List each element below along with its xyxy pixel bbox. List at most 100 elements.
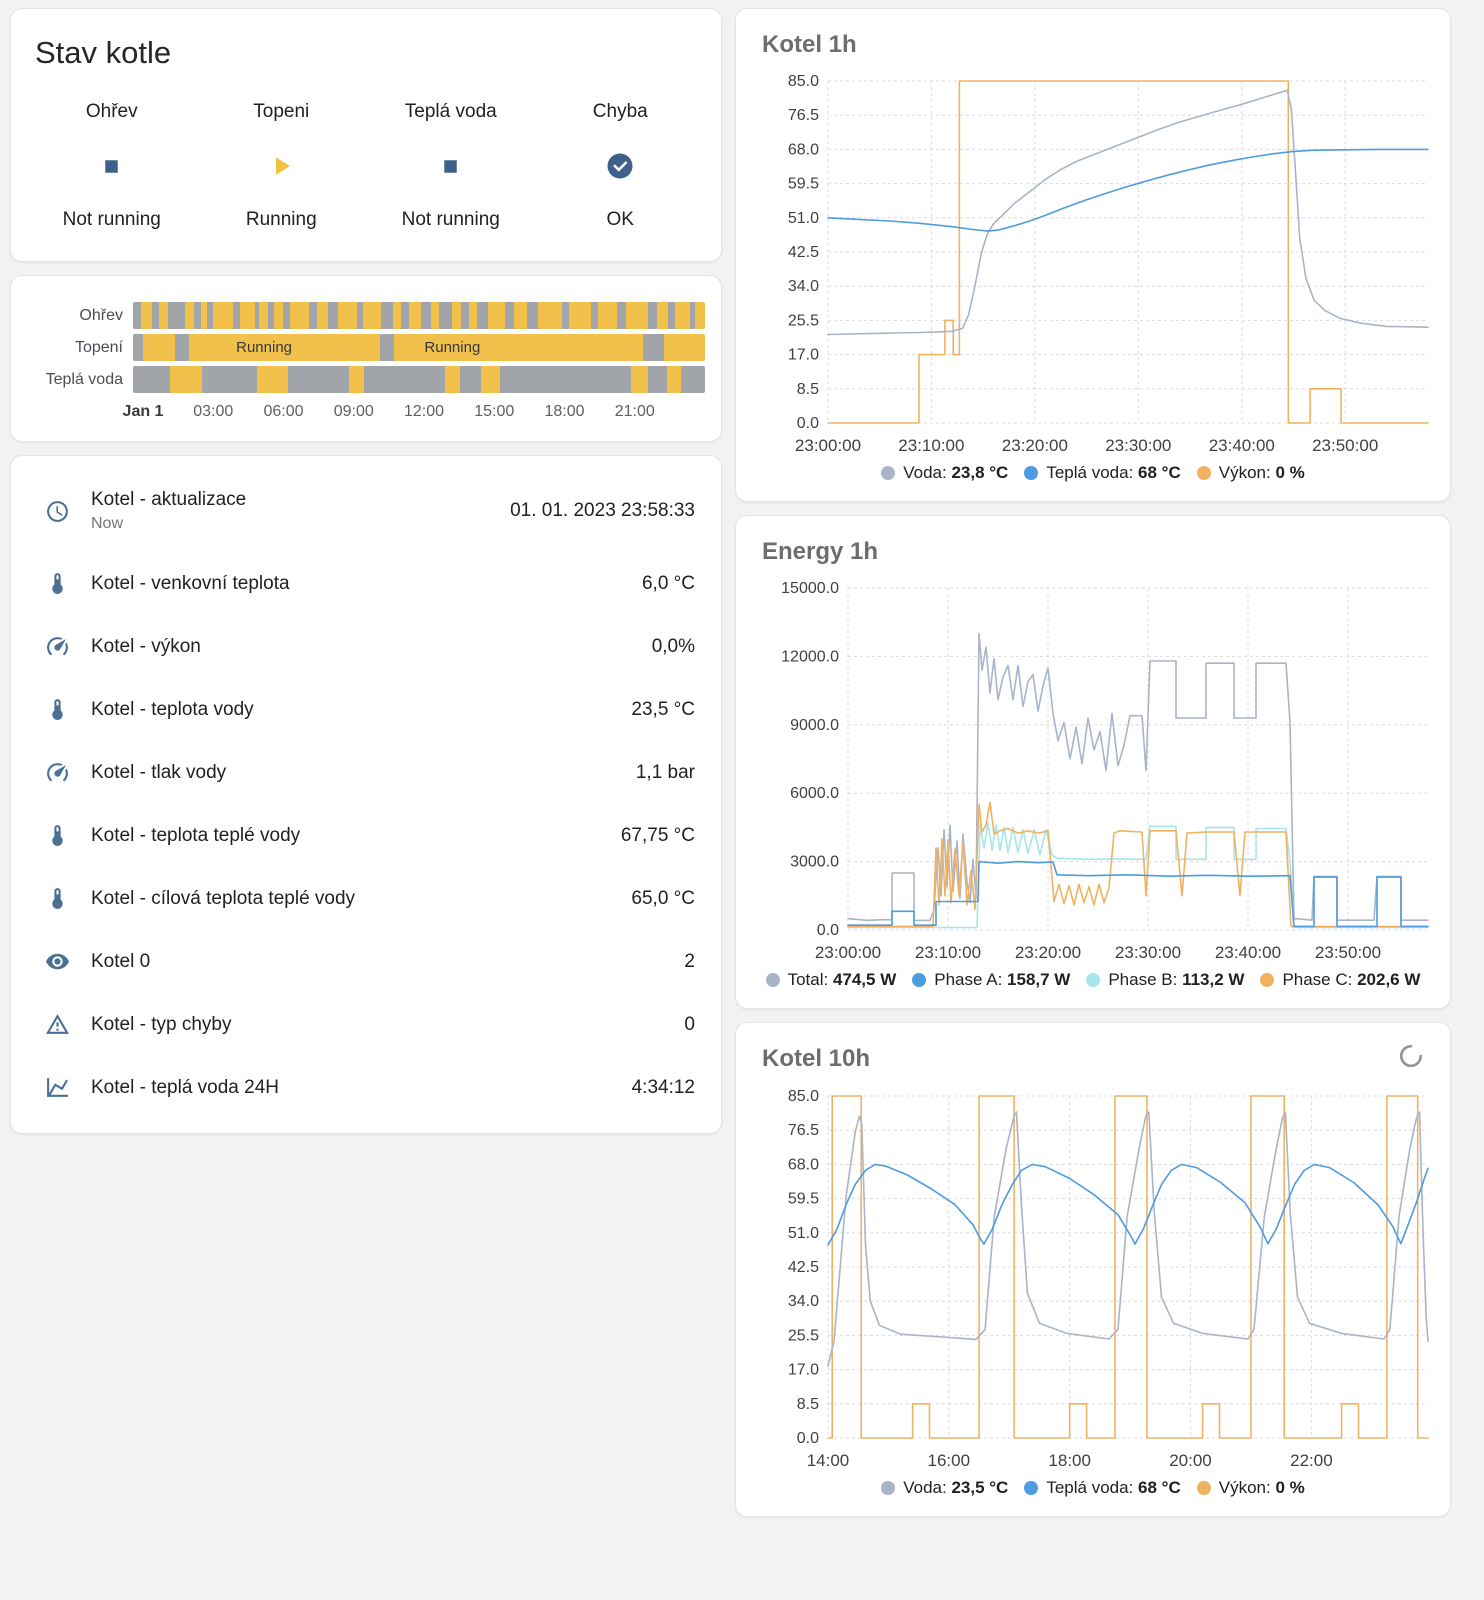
timeline-row-tepl-voda: Teplá voda: [27, 366, 705, 393]
status-label: Topeni: [253, 101, 310, 122]
svg-text:59.5: 59.5: [788, 176, 819, 193]
left-column: Stav kotle Ohřev Not running Topeni Running…: [10, 8, 722, 1517]
timeline-segment: [631, 366, 648, 393]
chart-canvas[interactable]: 85.0 76.5 68.0 59.5 51.0 42.5 34.0 25.5 17.0 8.5 0…: [748, 1082, 1438, 1474]
timeline-segment: [174, 334, 189, 361]
timeline-bar[interactable]: [133, 302, 705, 329]
chart-card-kotel-1h: Kotel 1h 85.0 76.5 68.0 59.5 51.0 42.5 34.0 25.…: [735, 8, 1451, 502]
legend-dot-icon: [765, 973, 780, 987]
kotel-10h-legend: Voda: 23,5 °C Teplá voda: 68 °C Výkon: 0 %: [748, 1478, 1438, 1498]
entity-row-kotel-tepl-voda-24h[interactable]: Kotel - teplá voda 24H 4:34:12: [27, 1056, 705, 1119]
status-item-tepl-voda: Teplá voda Not running: [366, 101, 536, 231]
status-state: Running: [245, 209, 317, 230]
timeline-bar[interactable]: Running Running: [133, 334, 705, 361]
chart-canvas[interactable]: 15000.0 12000.0 9000.0 6000.0 3000.0 0.0 23:00…: [748, 574, 1438, 966]
svg-text:23:30:00: 23:30:00: [1105, 436, 1171, 455]
entity-row-kotel-aktualizace[interactable]: Kotel - aktualizace Now 01. 01. 2023 23:58…: [27, 470, 705, 552]
status-label: Teplá voda: [404, 101, 497, 122]
entity-name: Kotel 0: [91, 950, 151, 972]
svg-text:23:00:00: 23:00:00: [815, 943, 881, 962]
eye-icon: [37, 949, 77, 974]
legend-dot-icon: [1196, 1481, 1211, 1495]
timeline-segment: [259, 302, 268, 329]
svg-text:8.5: 8.5: [797, 1396, 819, 1413]
svg-text:23:40:00: 23:40:00: [1209, 436, 1275, 455]
timeline-segment: [430, 302, 440, 329]
timeline-segment: [459, 366, 481, 393]
timeline-axis-tick: Jan 1: [122, 403, 164, 420]
svg-text:17.0: 17.0: [788, 347, 819, 364]
entity-name: Kotel - cílová teplota teplé vody: [91, 887, 356, 909]
svg-text:76.5: 76.5: [788, 1122, 819, 1139]
kotel-10h-chart[interactable]: 85.0 76.5 68.0 59.5 51.0 42.5 34.0 25.5 17.0 8.5 0…: [748, 1082, 1438, 1474]
timeline-segment: [666, 366, 682, 393]
play-icon[interactable]: [266, 150, 296, 182]
timeline-segment: [287, 366, 349, 393]
svg-text:23:50:00: 23:50:00: [1315, 943, 1381, 962]
right-column: Kotel 1h 85.0 76.5 68.0 59.5 51.0 42.5 34.0 25.…: [735, 8, 1451, 1517]
legend-item-voda: Voda: 23,5 °C: [881, 1478, 1008, 1498]
svg-text:25.5: 25.5: [788, 312, 819, 329]
timeline-segment: [337, 302, 358, 329]
entity-row-kotel-typ-chyby[interactable]: Kotel - typ chyby 0: [27, 993, 705, 1056]
energy-1h-chart[interactable]: 15000.0 12000.0 9000.0 6000.0 3000.0 0.0 23:00…: [748, 574, 1438, 966]
entity-row-kotel-c-lov-teplota-tepl-vody[interactable]: Kotel - cílová teplota teplé vody 65,0 °C: [27, 867, 705, 930]
thermometer-icon: [37, 571, 77, 596]
timeline-axis-tick: 09:00: [333, 403, 374, 420]
timeline-segment: [469, 302, 478, 329]
svg-text:51.0: 51.0: [788, 210, 819, 227]
timeline-segment: [643, 334, 665, 361]
timeline-segment: [695, 302, 705, 329]
svg-text:85.0: 85.0: [788, 1088, 819, 1105]
timeline-segment: [401, 302, 410, 329]
timeline-segment: [626, 302, 648, 329]
svg-text:23:00:00: 23:00:00: [795, 436, 861, 455]
svg-text:25.5: 25.5: [788, 1327, 819, 1344]
timeline-segment: [193, 302, 201, 329]
entity-row-kotel-v-kon[interactable]: Kotel - výkon 0,0%: [27, 615, 705, 678]
clock-icon: [37, 499, 77, 524]
timeline-segment: [189, 334, 380, 361]
svg-text:12000.0: 12000.0: [781, 648, 839, 665]
stop-icon[interactable]: [438, 150, 463, 182]
status-item-topeni: Topeni Running: [197, 101, 367, 231]
entity-secondary: Now: [91, 515, 124, 532]
kotel-1h-chart[interactable]: 85.0 76.5 68.0 59.5 51.0 42.5 34.0 25.5 17.0 8.5 0…: [748, 67, 1438, 459]
entities-card: Kotel - aktualizace Now 01. 01. 2023 23:58…: [10, 455, 722, 1134]
timeline-segment: [616, 302, 627, 329]
status-label: Ohřev: [85, 101, 138, 122]
svg-text:68.0: 68.0: [788, 141, 819, 158]
svg-text:42.5: 42.5: [788, 244, 819, 261]
svg-text:68.0: 68.0: [788, 1156, 819, 1173]
stop-icon[interactable]: [99, 150, 124, 182]
svg-text:42.5: 42.5: [788, 1259, 819, 1276]
entity-row-kotel-venkovn-teplota[interactable]: Kotel - venkovní teplota 6,0 °C: [27, 552, 705, 615]
timeline-segment: [142, 334, 175, 361]
chart-canvas[interactable]: 85.0 76.5 68.0 59.5 51.0 42.5 34.0 25.5 17.0 8.5 0…: [748, 67, 1438, 459]
legend-item-phase-a: Phase A: 158,7 W: [912, 970, 1070, 990]
timeline-segment: [202, 366, 257, 393]
timeline-segment: [133, 334, 143, 361]
entity-value: 4:34:12: [631, 1076, 695, 1098]
timeline-segment: [362, 302, 381, 329]
legend-dot-icon: [881, 466, 896, 480]
entity-row-kotel-tlak-vody[interactable]: Kotel - tlak vody 1,1 bar: [27, 741, 705, 804]
svg-text:0.0: 0.0: [797, 415, 819, 432]
entity-row-kotel-teplota-vody[interactable]: Kotel - teplota vody 23,5 °C: [27, 678, 705, 741]
entity-value: 6,0 °C: [641, 572, 695, 594]
timeline-segment: [668, 302, 676, 329]
timeline-segment: [452, 302, 461, 329]
entity-row-kotel-teplota-tepl-vody[interactable]: Kotel - teplota teplé vody 67,75 °C: [27, 804, 705, 867]
timeline-bar[interactable]: [133, 366, 705, 393]
svg-text:20:00: 20:00: [1169, 1451, 1212, 1470]
chart-line-icon: [37, 1075, 77, 1100]
svg-text:22:00: 22:00: [1290, 1451, 1333, 1470]
timeline-segment: [133, 366, 170, 393]
entity-row-kotel-0[interactable]: Kotel 0 2: [27, 930, 705, 993]
status-state: OK: [606, 209, 634, 230]
timeline-segment: [657, 302, 669, 329]
entity-name: Kotel - tlak vody: [91, 761, 227, 783]
timeline-segment: [167, 302, 186, 329]
check-circle-icon[interactable]: [605, 150, 635, 182]
timeline-segment: [664, 334, 705, 361]
